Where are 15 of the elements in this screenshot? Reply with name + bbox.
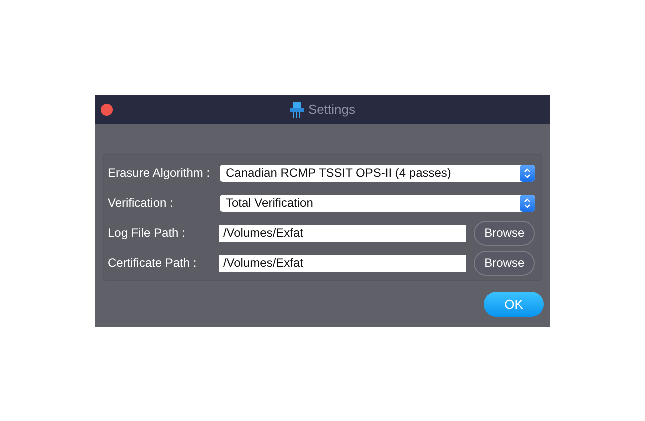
stepper-icon	[520, 164, 535, 182]
browse-button[interactable]: Browse	[474, 250, 535, 276]
shredder-icon	[290, 102, 304, 118]
field-label: Erasure Algorithm :	[108, 165, 212, 182]
dropdown[interactable]: Canadian RCMP TSSIT OPS-II (4 passes)	[220, 164, 535, 182]
dropdown[interactable]: Total Verification	[220, 194, 535, 212]
field-label: Certificate Path :	[108, 255, 198, 272]
field-label: Verification :	[108, 195, 174, 212]
close-button[interactable]	[101, 104, 113, 116]
path-field[interactable]: /Volumes/Exfat	[219, 224, 466, 242]
field-label: Log File Path :	[108, 225, 186, 242]
browse-button[interactable]: Browse	[474, 220, 535, 246]
stepper-icon	[520, 194, 535, 212]
window-title: Settings	[308, 100, 356, 119]
path-field[interactable]: /Volumes/Exfat	[219, 254, 466, 272]
